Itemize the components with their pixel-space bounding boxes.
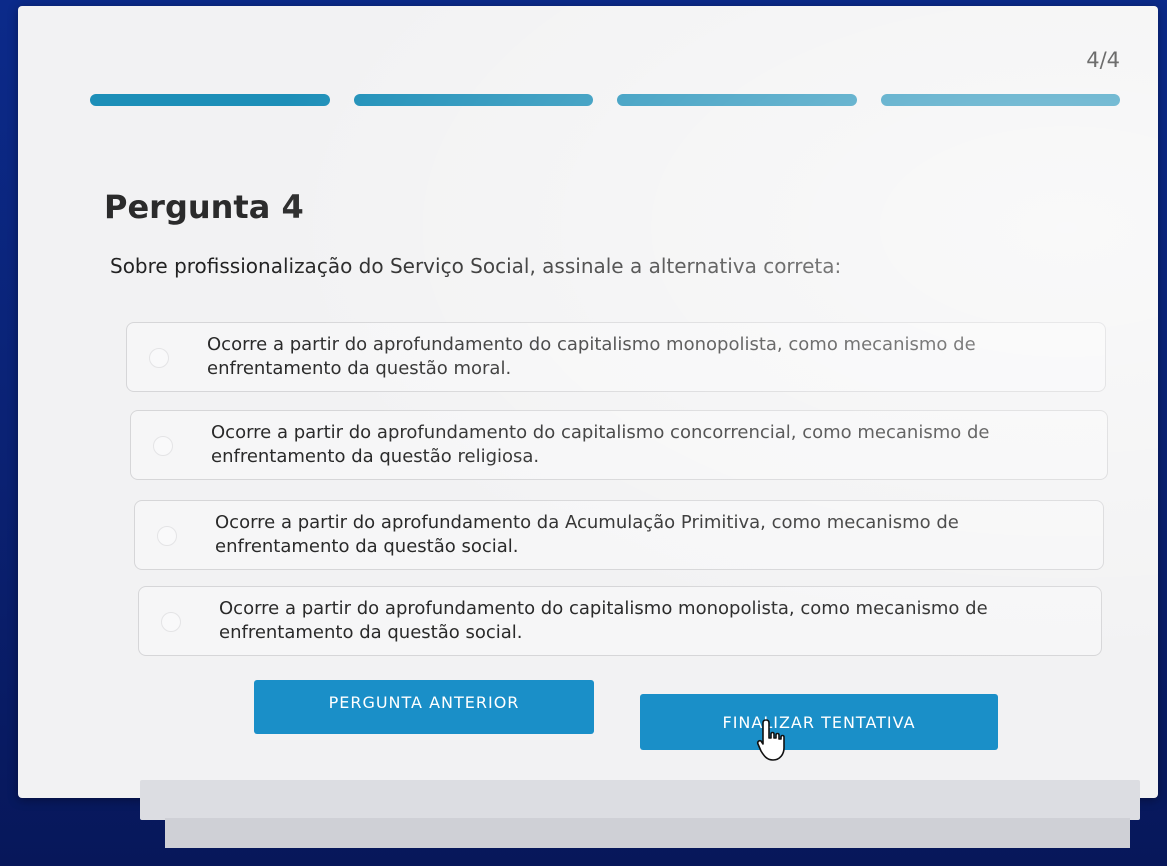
- progress-segment-2: [353, 94, 593, 106]
- radio-button[interactable]: [161, 612, 181, 632]
- progress-bar: [90, 94, 1120, 108]
- answer-option-1[interactable]: Ocorre a partir do aprofundamento do cap…: [126, 322, 1106, 392]
- answer-option-text: Ocorre a partir do aprofundamento do cap…: [207, 334, 976, 379]
- hand-pointer-icon: [756, 719, 785, 761]
- question-counter: 4/4: [1086, 48, 1120, 72]
- background-panel: [165, 818, 1130, 848]
- progress-segment-4: [880, 94, 1120, 106]
- radio-button[interactable]: [149, 348, 169, 368]
- quiz-card: 4/4 Pergunta 4 Sobre profissionalização …: [18, 6, 1158, 798]
- answer-option-text: Ocorre a partir do aprofundamento do cap…: [211, 422, 990, 467]
- answer-option-2[interactable]: Ocorre a partir do aprofundamento do cap…: [130, 410, 1108, 480]
- question-text: Sobre profissionalização do Serviço Soci…: [110, 254, 842, 278]
- answer-option-3[interactable]: Ocorre a partir do aprofundamento da Acu…: [134, 500, 1104, 570]
- answer-option-4[interactable]: Ocorre a partir do aprofundamento do cap…: [138, 586, 1102, 656]
- progress-segment-1: [90, 94, 330, 106]
- radio-button[interactable]: [157, 526, 177, 546]
- previous-question-button[interactable]: PERGUNTA ANTERIOR: [254, 680, 594, 734]
- finish-attempt-button[interactable]: FINALIZAR TENTATIVA: [640, 694, 998, 750]
- answer-option-text: Ocorre a partir do aprofundamento do cap…: [219, 598, 988, 643]
- progress-segment-3: [617, 94, 857, 106]
- radio-button[interactable]: [153, 436, 173, 456]
- answer-option-text: Ocorre a partir do aprofundamento da Acu…: [215, 512, 959, 557]
- question-title: Pergunta 4: [104, 188, 304, 226]
- background-panel: [140, 780, 1140, 820]
